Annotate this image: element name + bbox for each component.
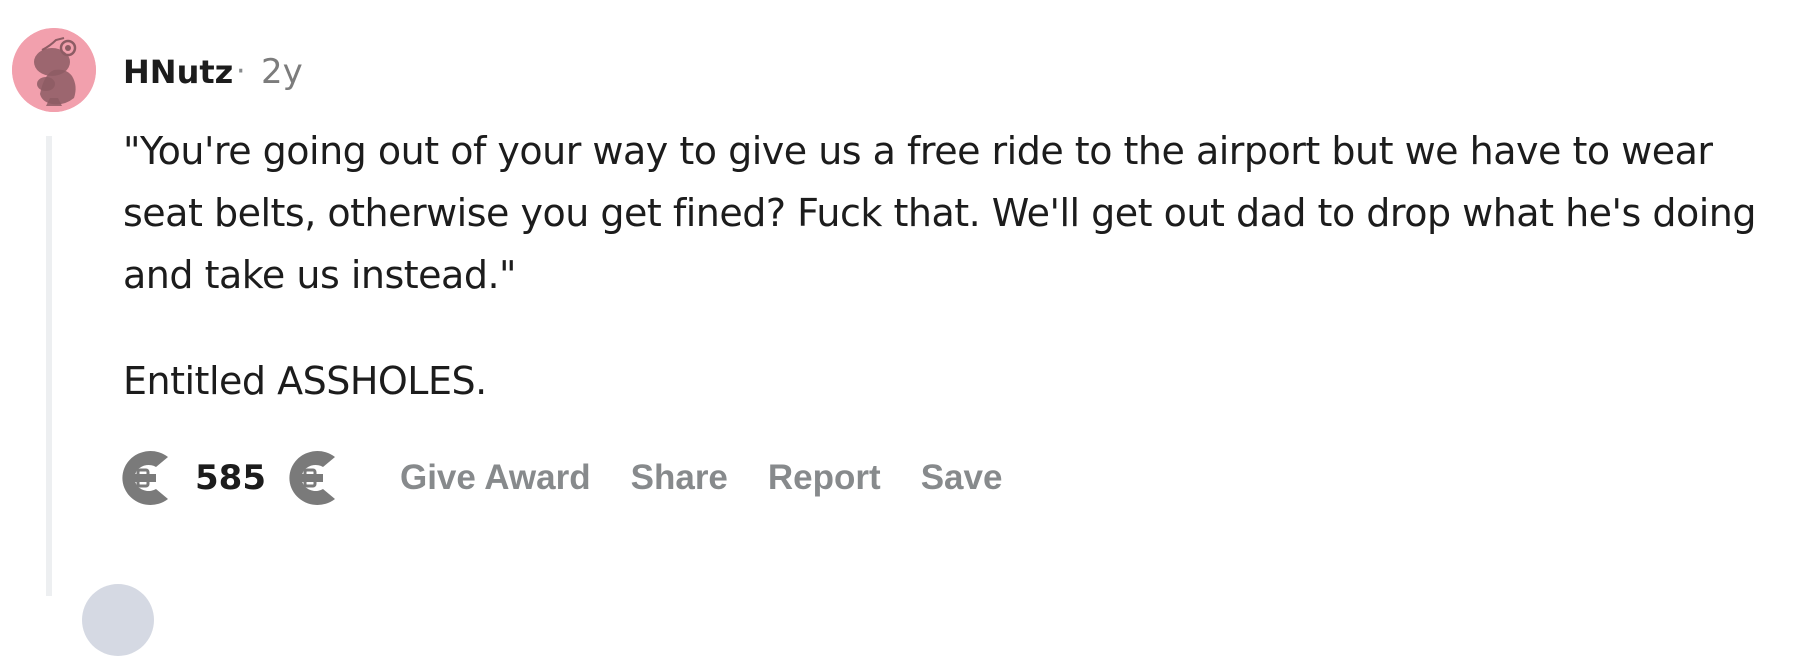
comment-paragraph: "You're going out of your way to give us… <box>123 129 1757 297</box>
snoo-avatar-icon <box>12 28 96 112</box>
downvote-button[interactable] <box>280 443 346 513</box>
downvote-icon <box>289 451 335 505</box>
save-button[interactable]: Save <box>919 458 1005 498</box>
vote-score: 585 <box>195 458 266 498</box>
give-award-button[interactable]: Give Award <box>398 458 593 498</box>
share-button[interactable]: Share <box>629 458 730 498</box>
upvote-icon <box>122 451 168 505</box>
user-avatar[interactable] <box>12 28 96 112</box>
comment-timestamp[interactable]: 2y <box>261 48 303 96</box>
meta-separator: · <box>236 54 246 89</box>
comment-paragraph: Entitled ASSHOLES. <box>123 359 487 403</box>
comment-body: "You're going out of your way to give us… <box>123 120 1783 412</box>
next-comment-avatar[interactable] <box>82 584 154 656</box>
comment-action-bar: 585 Give Award Share Report Save <box>113 440 1004 516</box>
report-button[interactable]: Report <box>766 458 883 498</box>
thread-collapse-line[interactable] <box>46 136 52 596</box>
upvote-button[interactable] <box>113 443 179 513</box>
comment-author[interactable]: HNutz <box>123 48 233 96</box>
